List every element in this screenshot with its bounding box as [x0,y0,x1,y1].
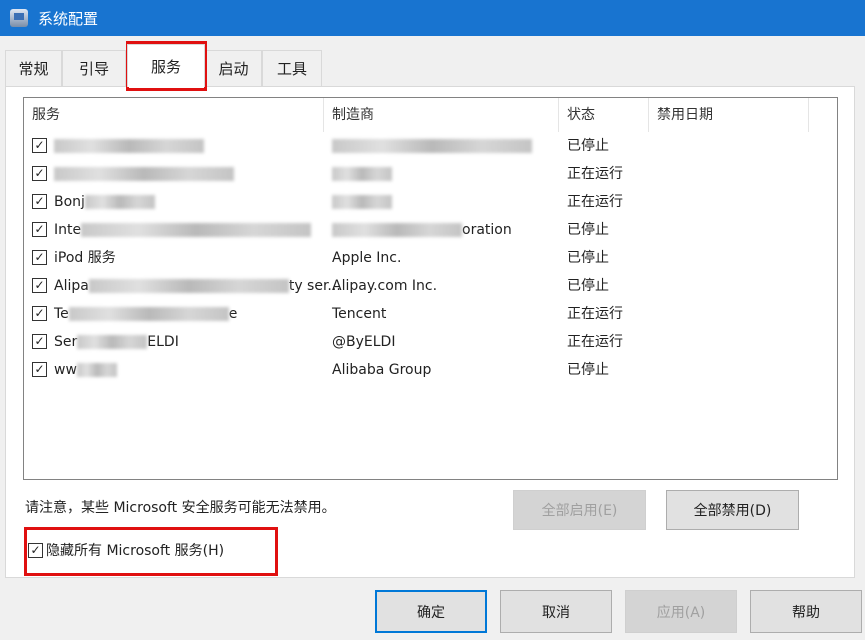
service-name: Bonj [54,188,155,216]
service-status: 已停止 [567,278,609,294]
row-checkbox[interactable]: ✓ [32,278,47,293]
services-list[interactable]: 服务 制造商 状态 禁用日期 ✓ 已停止 ✓ 正在运行 ✓ Bonj 正在运行 ✓ I… [23,97,838,480]
service-name: Te e [54,306,238,322]
service-vendor: Alibaba Group [332,362,432,378]
redacted-block [332,195,392,209]
table-row[interactable]: ✓ Ser ELDI @ByELDI 正在运行 [24,328,837,356]
service-vendor: oration [332,216,512,244]
row-checkbox[interactable]: ✓ [32,306,47,321]
disable-all-button[interactable]: 全部禁用(D) [666,490,799,530]
service-name [54,132,204,160]
hide-microsoft-services-checkbox[interactable]: ✓ 隐藏所有 Microsoft 服务(H) [28,540,224,560]
table-row[interactable]: ✓ Alipa ty ser... Alipay.com Inc. 已停止 [24,272,837,300]
redacted-block [76,363,117,377]
service-vendor: @ByELDI [332,334,396,350]
redacted-block [332,223,462,237]
service-vendor: Alipay.com Inc. [332,278,438,294]
table-row[interactable]: ✓ Te e Tencent 正在运行 [24,300,837,328]
service-vendor: Tencent [332,306,387,322]
row-checkbox[interactable]: ✓ [32,362,47,377]
row-checkbox[interactable]: ✓ [32,166,47,181]
redacted-block [84,195,155,209]
service-name [54,160,234,188]
apply-button[interactable]: 应用(A) [625,590,737,633]
service-status: 正在运行 [567,306,623,322]
service-name: iPod 服务 [54,250,116,266]
hide-microsoft-services-label: 隐藏所有 Microsoft 服务(H) [46,543,225,559]
msconfig-icon [10,9,28,27]
redacted-block [332,167,392,181]
service-status: 正在运行 [567,166,623,182]
table-row[interactable]: ✓ 正在运行 [24,160,837,188]
redacted-block [88,279,289,293]
table-row[interactable]: ✓ ww Alibaba Group 已停止 [24,356,837,384]
redacted-block [68,307,229,321]
service-name: ww [54,356,117,384]
tab-general[interactable]: 常规 [5,50,62,86]
column-header-status[interactable]: 状态 [559,98,649,132]
service-vendor: Apple Inc. [332,250,402,266]
service-vendor [332,132,532,160]
table-row[interactable]: ✓ Inte oration 已停止 [24,216,837,244]
redacted-block [54,139,204,153]
service-name: Alipa ty ser... [54,278,341,294]
service-vendor [332,188,392,216]
service-status: 正在运行 [567,334,623,350]
tab-tools[interactable]: 工具 [262,50,322,86]
service-status: 已停止 [567,138,609,154]
help-button[interactable]: 帮助 [750,590,862,633]
column-header-vendor[interactable]: 制造商 [324,98,559,132]
table-row[interactable]: ✓ iPod 服务 Apple Inc. 已停止 [24,244,837,272]
enable-all-button[interactable]: 全部启用(E) [513,490,646,530]
redacted-block [332,139,532,153]
title-bar: 系统配置 [0,0,865,36]
row-checkbox[interactable]: ✓ [32,138,47,153]
service-status: 已停止 [567,362,609,378]
row-checkbox[interactable]: ✓ [32,334,47,349]
table-row[interactable]: ✓ 已停止 [24,132,837,160]
ok-button[interactable]: 确定 [375,590,487,633]
checkbox-checked-icon[interactable]: ✓ [28,542,43,558]
service-status: 正在运行 [567,194,623,210]
redacted-block [81,223,312,237]
window-title: 系统配置 [38,9,99,28]
row-checkbox[interactable]: ✓ [32,194,47,209]
service-vendor [332,160,392,188]
notice-text: 请注意，某些 Microsoft 安全服务可能无法禁用。 [25,500,336,516]
redacted-block [54,167,234,181]
list-header: 服务 制造商 状态 禁用日期 [24,98,837,132]
column-header-disable-date[interactable]: 禁用日期 [649,98,809,132]
tab-services[interactable]: 服务 [127,44,205,87]
service-status: 已停止 [567,222,609,238]
tab-boot[interactable]: 引导 [62,50,126,86]
column-header-service[interactable]: 服务 [24,98,324,132]
row-checkbox[interactable]: ✓ [32,250,47,265]
redacted-block [77,335,148,349]
service-name: Inte [54,216,312,244]
service-status: 已停止 [567,250,609,266]
table-row[interactable]: ✓ Bonj 正在运行 [24,188,837,216]
row-checkbox[interactable]: ✓ [32,222,47,237]
cancel-button[interactable]: 取消 [500,590,612,633]
tab-startup[interactable]: 启动 [205,50,262,86]
service-name: Ser ELDI [54,334,179,350]
